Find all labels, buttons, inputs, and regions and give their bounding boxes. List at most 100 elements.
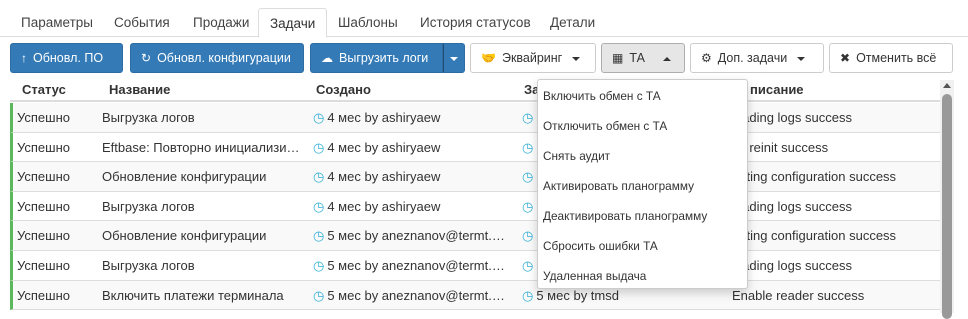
acquiring-dropdown[interactable]: 🤝 Эквайринг: [470, 43, 596, 73]
name-cell: Выгрузка логов: [102, 199, 300, 214]
status-cell: Успешно: [17, 258, 70, 273]
table-row[interactable]: Успешно Включить платежи терминала ◷ 5 мес …: [10, 280, 942, 311]
handshake-icon: 🤝: [481, 51, 496, 65]
name-cell-text: Выгрузка логов: [102, 110, 195, 125]
cancel-all-button[interactable]: ✖ Отменить всё: [829, 43, 953, 73]
created-cell: ◷ 5 мес by aneznanov@termt.…: [313, 288, 511, 304]
table-row[interactable]: Успешно Выгрузка логов ◷ 5 мес by aneznanov…: [10, 251, 940, 281]
tab-sales[interactable]: Продажи: [182, 8, 260, 37]
menu-item-deactivate-planogram[interactable]: Деактивировать планограмму: [538, 201, 747, 231]
tab-parameters[interactable]: Параметры: [10, 8, 104, 37]
ta-dropdown[interactable]: ▦ ТА: [601, 43, 685, 73]
chevron-up-icon: [662, 56, 671, 61]
description-cell: loading logs success: [732, 199, 942, 214]
upload-logs-button[interactable]: ☁ Выгрузить логи: [310, 43, 443, 73]
table-row[interactable]: Успешно Выгрузка логов ◷ 4 мес by ashiryaew…: [10, 103, 940, 133]
status-cell-text: Успешно: [17, 287, 70, 303]
name-cell-text: Выгрузка логов: [102, 198, 195, 214]
vertical-scrollbar[interactable]: [940, 80, 954, 319]
created-cell: ◷ 5 мес by aneznanov@termt.…: [313, 258, 511, 274]
clock-icon: ◷: [313, 110, 325, 125]
clock-icon: ◷: [313, 169, 325, 185]
status-cell-text: Успешно: [17, 258, 70, 273]
header-description[interactable]: писание: [750, 82, 804, 97]
upload-logs-dropdown-toggle[interactable]: [443, 43, 465, 73]
menu-item-take-audit[interactable]: Снять аудит: [538, 141, 747, 171]
cloud-upload-icon: ☁: [321, 51, 333, 65]
chevron-down-icon: [450, 56, 458, 61]
created-cell-text: 5 мес by aneznanov@termt.…: [327, 287, 505, 303]
menu-item-remote-dispense[interactable]: Удаленная выдача: [538, 261, 747, 291]
description-cell-text: loading logs success: [732, 110, 852, 125]
clock-icon: ◷: [313, 198, 325, 214]
description-cell: Enable reader success: [732, 288, 942, 303]
status-cell-text: Успешно: [17, 169, 70, 185]
table-row[interactable]: Успешно Eftbase: Повторно инициализи… ◷ 4 м…: [10, 132, 942, 163]
name-cell: Выгрузка логов: [102, 258, 300, 273]
extra-tasks-dropdown[interactable]: ⚙ Доп. задачи: [690, 43, 824, 73]
name-cell-text: Обновление конфигурации: [102, 169, 267, 185]
header-name[interactable]: Название: [109, 82, 170, 97]
menu-item-activate-planogram[interactable]: Активировать планограмму: [538, 171, 747, 201]
created-cell: ◷ 4 мес by ashiryaew: [313, 199, 511, 215]
name-cell-text: Выгрузка логов: [102, 258, 195, 273]
table-row[interactable]: Успешно Выгрузка логов ◷ 4 мес by ashiryaew…: [10, 191, 942, 222]
created-cell-text: 4 мес by ashiryaew: [327, 110, 441, 125]
status-cell: Успешно: [17, 169, 70, 184]
tab-status-history[interactable]: История статусов: [409, 8, 542, 37]
clock-icon: ◷: [313, 228, 325, 244]
upload-logs-label: Выгрузить логи: [339, 51, 429, 65]
header-status[interactable]: Статус: [22, 82, 66, 97]
tab-events[interactable]: События: [103, 8, 181, 37]
status-cell: Успешно: [17, 288, 70, 303]
cancel-all-label: Отменить всё: [856, 51, 937, 65]
created-cell: ◷ 4 мес by ashiryaew: [313, 140, 511, 156]
description-cell: loading logs success: [732, 110, 942, 125]
description-cell: nk reinit success: [732, 140, 942, 155]
cogs-icon: ⚙: [701, 51, 712, 65]
tab-tasks[interactable]: Задачи: [258, 8, 328, 38]
created-cell: ◷ 4 мес by ashiryaew: [313, 110, 511, 126]
clock-icon: ◷: [522, 287, 534, 303]
description-cell-text: dating configuration success: [732, 228, 897, 244]
description-cell-text: loading logs success: [732, 258, 852, 273]
name-cell-text: Обновление конфигурации: [102, 228, 267, 244]
grid-icon: ▦: [612, 51, 624, 65]
status-cell: Успешно: [17, 110, 70, 125]
status-cell: Успешно: [17, 228, 70, 243]
extra-tasks-label: Доп. задачи: [717, 51, 788, 65]
table-row[interactable]: Успешно Обновление конфигурации ◷ 4 мес by …: [10, 162, 940, 192]
name-cell: Обновление конфигурации: [102, 228, 300, 243]
status-cell-text: Успешно: [17, 228, 70, 244]
update-config-button[interactable]: ↻ Обновл. конфигурации: [130, 43, 304, 73]
menu-item-enable-ta-exchange[interactable]: Включить обмен с ТА: [538, 81, 747, 111]
clock-icon: ◷: [522, 169, 534, 185]
status-cell: Успешно: [17, 199, 70, 214]
clock-icon: ◷: [522, 110, 534, 125]
tab-details[interactable]: Детали: [539, 8, 606, 37]
clock-icon: ◷: [313, 258, 325, 273]
ta-label: ТА: [629, 51, 645, 65]
table-row[interactable]: Успешно Обновление конфигурации ◷ 5 мес by …: [10, 221, 940, 251]
update-po-button[interactable]: ↑ Обновл. ПО: [10, 43, 123, 73]
refresh-icon: ↻: [141, 51, 152, 65]
name-cell: Включить платежи терминала: [102, 288, 300, 303]
description-cell: loading logs success: [732, 258, 942, 273]
status-cell-text: Успешно: [17, 198, 70, 214]
created-cell-text: 4 мес by ashiryaew: [327, 169, 441, 185]
scroll-up-arrow-icon[interactable]: [943, 83, 951, 88]
tab-templates[interactable]: Шаблоны: [327, 8, 409, 37]
status-cell-text: Успешно: [17, 139, 70, 155]
menu-item-reset-ta-errors[interactable]: Сбросить ошибки ТА: [538, 231, 747, 261]
created-cell-text: 4 мес by ashiryaew: [327, 198, 441, 214]
created-cell: ◷ 5 мес by aneznanov@termt.…: [313, 228, 511, 244]
times-circle-icon: ✖: [840, 51, 851, 65]
scrollbar-thumb[interactable]: [942, 94, 952, 319]
name-cell-text: Eftbase: Повторно инициализи…: [102, 139, 300, 155]
description-cell: dating configuration success: [732, 169, 942, 184]
clock-icon: ◷: [313, 139, 325, 155]
menu-item-disable-ta-exchange[interactable]: Отключить обмен с ТА: [538, 111, 747, 141]
header-created[interactable]: Создано: [316, 82, 371, 97]
tab-bar: Параметры События Продажи Задачи Шаблоны…: [0, 0, 968, 38]
description-cell-text: loading logs success: [732, 198, 852, 214]
